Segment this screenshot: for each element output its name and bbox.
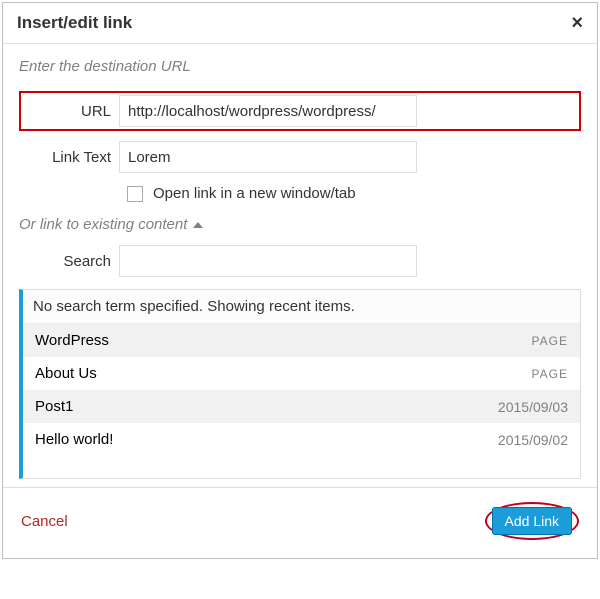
url-row-highlight: URL — [19, 91, 581, 131]
result-item[interactable]: Post1 2015/09/03 — [23, 390, 580, 423]
dialog-header: Insert/edit link × — [3, 3, 597, 44]
url-label: URL — [23, 103, 119, 120]
result-title: WordPress — [35, 332, 109, 349]
newtab-row: Open link in a new window/tab — [127, 185, 581, 202]
result-title: Post1 — [35, 398, 73, 415]
existing-toggle-label: Or link to existing content — [19, 216, 187, 233]
newtab-checkbox[interactable] — [127, 186, 143, 202]
result-meta: 2015/09/02 — [498, 432, 568, 448]
search-label: Search — [19, 253, 119, 270]
result-meta: 2015/09/03 — [498, 399, 568, 415]
results-notice: No search term specified. Showing recent… — [23, 290, 580, 324]
dialog-body: Enter the destination URL URL Link Text … — [3, 44, 597, 487]
results-box: No search term specified. Showing recent… — [19, 289, 581, 479]
search-input[interactable] — [119, 245, 417, 277]
destination-hint: Enter the destination URL — [19, 58, 581, 75]
linktext-input[interactable] — [119, 141, 417, 173]
result-meta: PAGE — [532, 367, 568, 381]
existing-content-toggle[interactable]: Or link to existing content — [19, 216, 581, 233]
result-meta: PAGE — [532, 334, 568, 348]
result-item[interactable]: Hello world! 2015/09/02 — [23, 423, 580, 456]
dialog-title: Insert/edit link — [17, 13, 132, 33]
result-title: Hello world! — [35, 431, 113, 448]
results-list: WordPress PAGE About Us PAGE Post1 2015/09/03… — [23, 324, 580, 456]
dialog-footer: Cancel Add Link — [3, 487, 597, 558]
url-input[interactable] — [119, 95, 417, 127]
result-item[interactable]: About Us PAGE — [23, 357, 580, 390]
linktext-label: Link Text — [19, 149, 119, 166]
submit-highlight: Add Link — [485, 502, 579, 540]
add-link-button[interactable]: Add Link — [492, 507, 572, 535]
insert-link-dialog: Insert/edit link × Enter the destination… — [2, 2, 598, 559]
caret-up-icon — [193, 222, 203, 228]
result-title: About Us — [35, 365, 97, 382]
close-icon[interactable]: × — [571, 13, 583, 33]
newtab-label: Open link in a new window/tab — [153, 185, 356, 202]
result-item[interactable]: WordPress PAGE — [23, 324, 580, 357]
cancel-button[interactable]: Cancel — [21, 513, 68, 530]
